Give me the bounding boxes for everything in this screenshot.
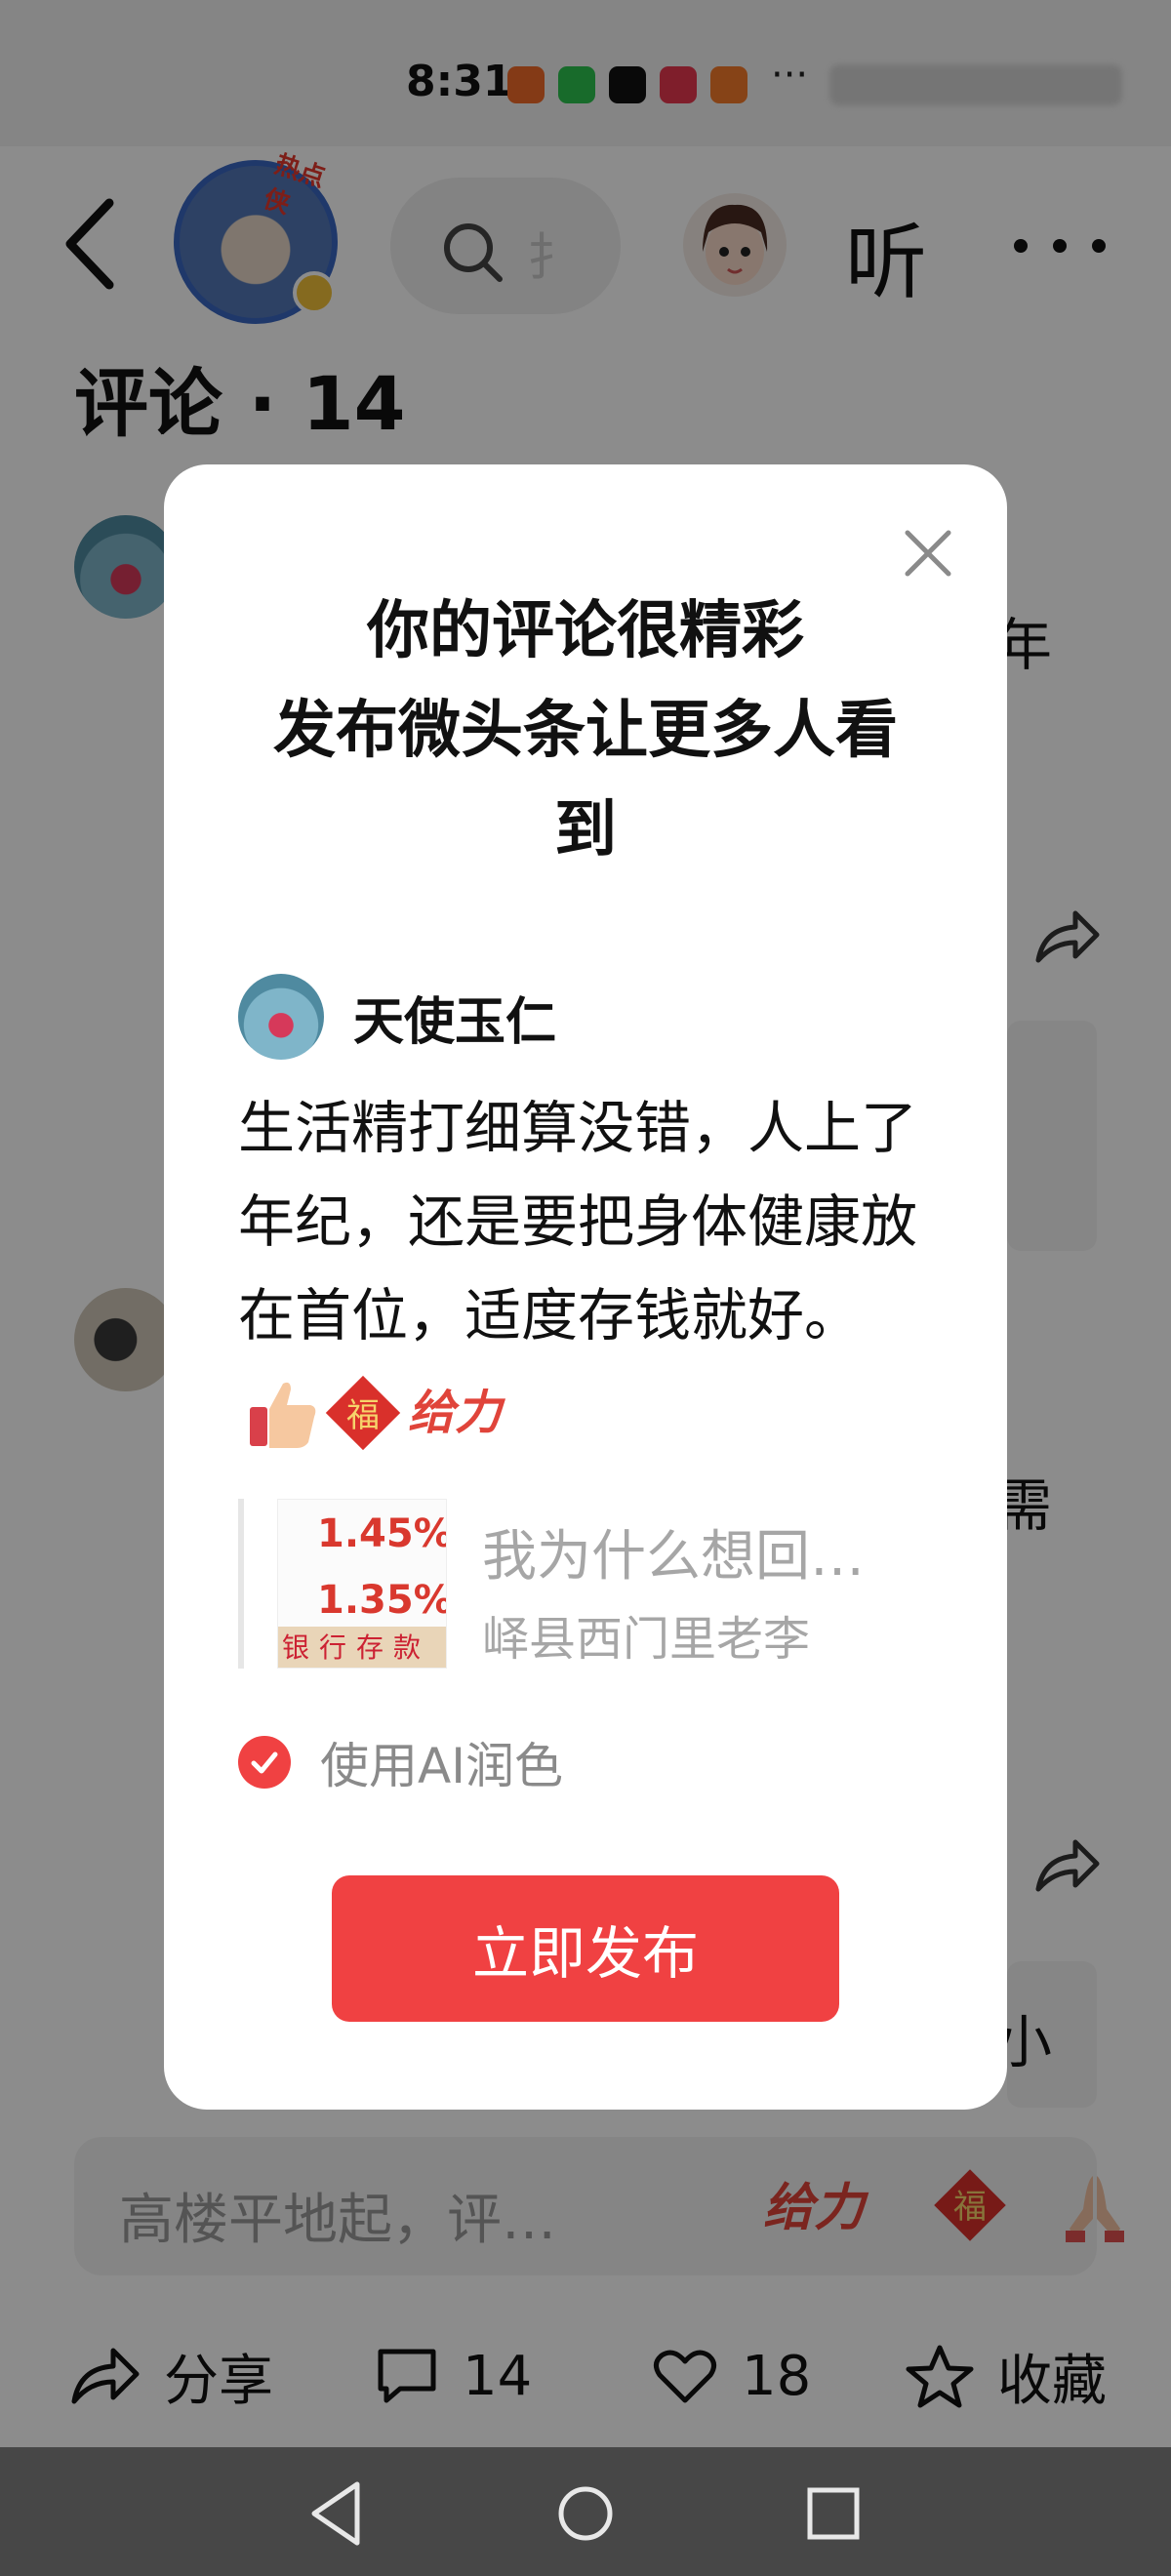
commenter-avatar <box>238 974 324 1060</box>
publish-button[interactable]: 立即发布 <box>332 1875 839 2022</box>
article-author: 峄县西门里老李 <box>482 1612 811 1667</box>
status-dim-overlay <box>0 0 1171 146</box>
fu-emoji-text: 福 <box>346 1396 380 1435</box>
jili-emoji: 给力 <box>408 1385 503 1440</box>
commenter-name: 天使玉仁 <box>353 992 557 1052</box>
dialog-title: 你的评论很精彩 发布微头条让更多人看 到 <box>222 582 949 880</box>
publish-dialog: 你的评论很精彩 发布微头条让更多人看 到 天使玉仁 生活精打细算没错，人上了年纪… <box>164 464 1007 2110</box>
nav-recents-icon[interactable] <box>794 2475 872 2553</box>
thumbs-up-icon <box>250 1382 316 1448</box>
dialog-title-line-2: 发布微头条让更多人看 <box>273 695 898 767</box>
nav-back-icon[interactable] <box>299 2475 377 2553</box>
nav-home-icon[interactable] <box>546 2475 625 2553</box>
ai-polish-option[interactable]: 使用AI润色 <box>238 1731 563 1794</box>
quoted-article[interactable]: 1.45% 1.35% 银行存款 我为什么想回… 峄县西门里老李 <box>238 1499 921 1669</box>
commenter-row: 天使玉仁 <box>238 974 556 1060</box>
article-thumbnail: 1.45% 1.35% 银行存款 <box>277 1499 447 1669</box>
ai-polish-label: 使用AI润色 <box>320 1738 563 1794</box>
comment-text: 生活精打细算没错，人上了年纪，还是要把身体健康放在首位，适度存钱就好。 <box>238 1095 918 1348</box>
checkbox-checked-icon[interactable] <box>238 1736 291 1789</box>
fu-emoji-icon: 福 <box>325 1375 401 1451</box>
dialog-title-line-3: 到 <box>554 794 617 866</box>
comment-body: 生活精打细算没错，人上了年纪，还是要把身体健康放在首位，适度存钱就好。 福 给力 <box>238 1081 921 1460</box>
article-title: 我为什么想回… <box>482 1525 865 1589</box>
thumb-rate-2: 1.35% <box>317 1578 447 1623</box>
thumb-strip: 银行存款 <box>278 1627 446 1668</box>
close-icon[interactable] <box>898 523 958 584</box>
dialog-title-line-1: 你的评论很精彩 <box>367 595 804 667</box>
comment-emojis: 福 给力 <box>244 1366 502 1460</box>
thumb-rate-1: 1.45% <box>317 1511 447 1556</box>
